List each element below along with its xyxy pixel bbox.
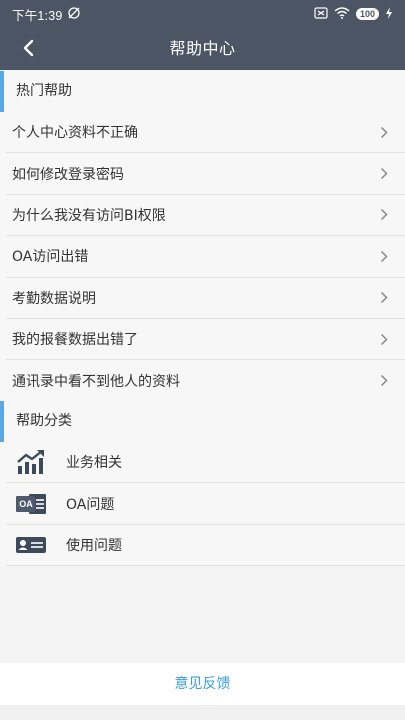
status-time: 下午1:39 [12, 8, 63, 23]
hot-help-item[interactable]: 个人中心资料不正确 [6, 112, 405, 154]
hot-help-list: 个人中心资料不正确 如何修改登录密码 为什么我没有访问BI权限 OA访问出错 考… [0, 112, 405, 402]
hot-help-item[interactable]: 考勤数据说明 [6, 278, 405, 319]
category-item-label: 使用问题 [66, 537, 122, 554]
oa-icon: OA [14, 490, 48, 518]
category-item-label: 业务相关 [66, 455, 122, 472]
chevron-right-icon [377, 249, 391, 263]
sync-off-icon [67, 6, 81, 23]
hot-help-item[interactable]: 我的报餐数据出错了 [6, 319, 405, 361]
hot-help-item-label: 通讯录中看不到他人的资料 [12, 373, 180, 390]
nav-bar: 帮助中心 [0, 28, 405, 70]
hot-help-item-label: 为什么我没有访问BI权限 [12, 207, 166, 224]
category-item-usage[interactable]: 使用问题 [6, 525, 405, 567]
charging-icon [385, 6, 393, 22]
category-header: 帮助分类 [0, 401, 405, 442]
category-list: 业务相关 OA OA问题 使用问题 [0, 442, 405, 567]
chevron-right-icon [377, 332, 391, 346]
trend-chart-icon [14, 448, 48, 476]
chevron-right-icon [377, 125, 391, 139]
wifi-icon [334, 6, 350, 22]
battery-icon: 100 [355, 8, 379, 20]
category-item-label: OA问题 [66, 496, 115, 513]
feedback-button[interactable]: 意见反馈 [0, 663, 405, 705]
oa-icon-text: OA [19, 499, 33, 510]
id-card-icon [14, 531, 48, 559]
hot-help-item-label: 如何修改登录密码 [12, 166, 124, 183]
page-title: 帮助中心 [169, 39, 236, 58]
chevron-right-icon [377, 374, 391, 388]
sim-icon [314, 6, 328, 22]
hot-help-item-label: 考勤数据说明 [12, 290, 96, 307]
status-bar: 下午1:39 100 [0, 0, 405, 28]
hot-help-item-label: 个人中心资料不正确 [12, 125, 138, 142]
chevron-right-icon [377, 167, 391, 181]
chevron-right-icon [377, 208, 391, 222]
hot-help-item-label: 我的报餐数据出错了 [12, 332, 138, 349]
hot-help-item[interactable]: 为什么我没有访问BI权限 [6, 195, 405, 237]
hot-help-item[interactable]: OA访问出错 [6, 236, 405, 278]
hot-help-item[interactable]: 如何修改登录密码 [6, 153, 405, 195]
chevron-right-icon [377, 291, 391, 305]
category-item-oa[interactable]: OA OA问题 [6, 483, 405, 525]
hot-help-item-label: OA访问出错 [12, 249, 89, 266]
hot-help-header: 热门帮助 [0, 71, 405, 112]
bottom-strip [0, 705, 405, 720]
hot-help-item[interactable]: 通讯录中看不到他人的资料 [6, 360, 405, 402]
category-item-business[interactable]: 业务相关 [6, 442, 405, 484]
